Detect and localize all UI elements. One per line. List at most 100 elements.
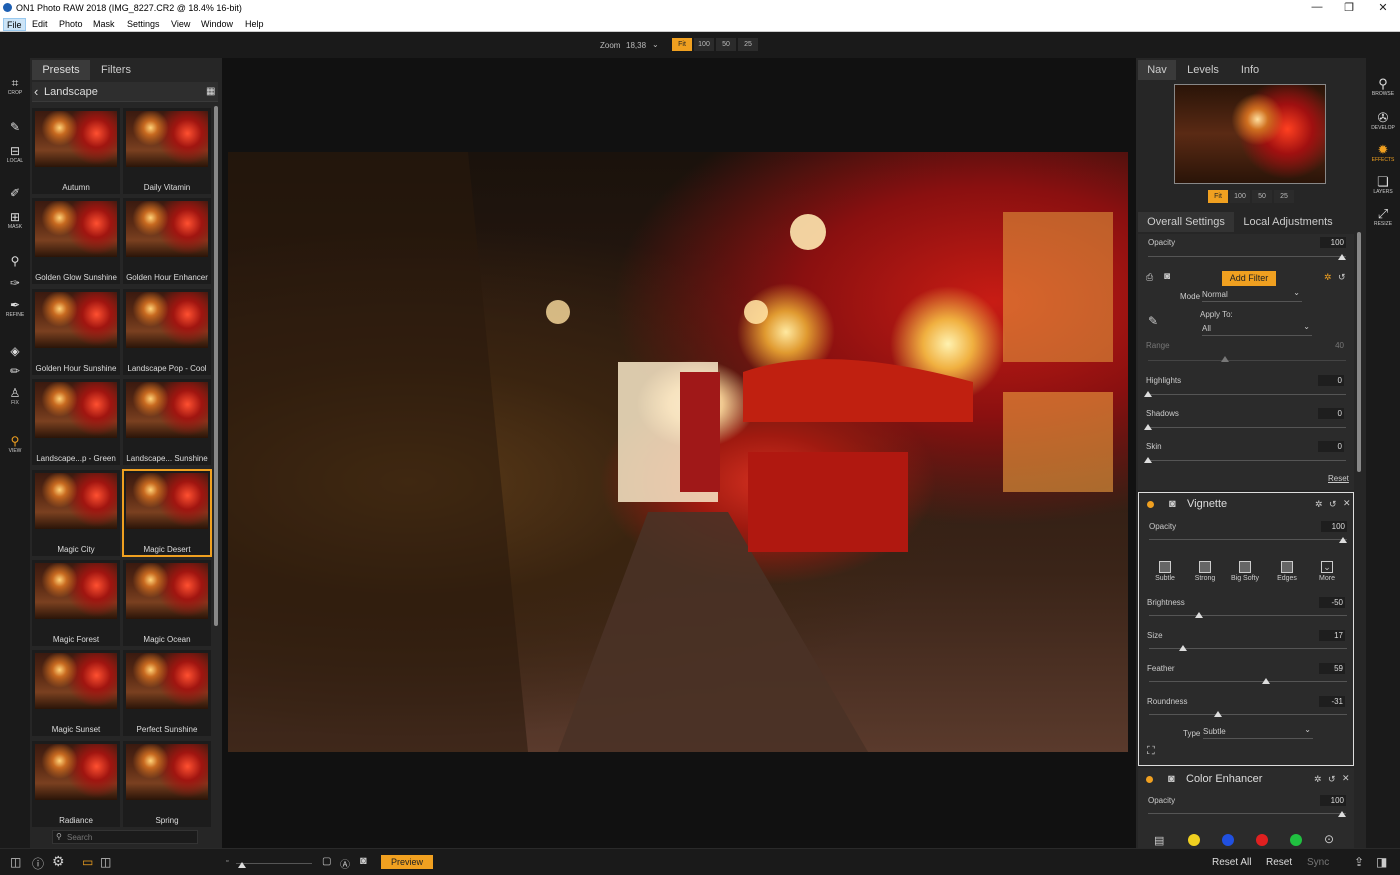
- skin-slider-track[interactable]: [1148, 460, 1346, 461]
- range-slider-track[interactable]: [1148, 360, 1346, 361]
- more-chevron-icon[interactable]: ⊙: [1324, 832, 1334, 846]
- nav-25-button[interactable]: 25: [1274, 190, 1294, 203]
- opacity-value[interactable]: 100: [1320, 237, 1346, 248]
- undo-icon[interactable]: ↺: [1329, 499, 1337, 510]
- zoom-fit-button[interactable]: Fit: [672, 38, 692, 51]
- preset-thumbnail[interactable]: Daily Vitamin: [123, 108, 211, 194]
- preset-thumbnail[interactable]: Magic Forest: [32, 560, 120, 646]
- sidebar-toggle-icon[interactable]: ◨: [1376, 855, 1387, 869]
- skin-slider-knob[interactable]: [1144, 457, 1152, 463]
- gear-icon[interactable]: ✲: [1314, 774, 1322, 785]
- feather-slider-knob[interactable]: [1261, 678, 1270, 684]
- preset-thumbnail[interactable]: Landscape... Sunshine: [123, 379, 211, 466]
- panel-toggle-icon[interactable]: ◫: [10, 855, 21, 869]
- roundness-slider-track[interactable]: [1149, 714, 1347, 715]
- opacity-slider-track[interactable]: [1148, 256, 1346, 257]
- grid-view-icon[interactable]: ▦: [206, 86, 215, 97]
- opacity-slider-track[interactable]: [1149, 539, 1347, 540]
- retouch-tool[interactable]: ◈: [0, 344, 30, 358]
- feather-value[interactable]: 59: [1319, 663, 1345, 674]
- size-value[interactable]: 17: [1319, 630, 1345, 641]
- feather-slider-track[interactable]: [1149, 681, 1347, 682]
- thumbnail-size-knob[interactable]: [238, 862, 246, 868]
- mask-brush-tool[interactable]: ✐: [0, 186, 30, 200]
- yellow-swatch[interactable]: [1188, 834, 1200, 846]
- preset-thumbnail[interactable]: Golden Glow Sunshine: [32, 198, 120, 285]
- preview-button[interactable]: Preview: [381, 855, 433, 869]
- overlay-view-icon[interactable]: ◙: [360, 855, 367, 867]
- type-select[interactable]: Subtle ⌄: [1203, 725, 1313, 739]
- opacity-value[interactable]: 100: [1321, 521, 1347, 532]
- preset-thumbnail[interactable]: Golden Hour Enhancer: [123, 198, 211, 285]
- back-chevron-icon[interactable]: ‹: [34, 84, 38, 99]
- local-tool[interactable]: ⊟ LOCAL: [0, 144, 30, 164]
- filter-layer-icon[interactable]: ⎙: [1146, 272, 1153, 283]
- filter-enabled-dot[interactable]: [1146, 776, 1153, 783]
- roundness-slider-knob[interactable]: [1214, 711, 1223, 717]
- preset-thumbnail[interactable]: Spring: [123, 740, 211, 827]
- filter-enabled-dot[interactable]: [1147, 501, 1154, 508]
- red-swatch[interactable]: [1256, 834, 1268, 846]
- add-filter-button[interactable]: Add Filter: [1222, 271, 1276, 286]
- highlights-slider-track[interactable]: [1148, 394, 1346, 395]
- shadows-value[interactable]: 0: [1318, 408, 1344, 419]
- help-icon[interactable]: ⓘ: [32, 855, 44, 872]
- blue-swatch[interactable]: [1222, 834, 1234, 846]
- navigator-thumbnail[interactable]: [1174, 84, 1326, 184]
- refine-tool[interactable]: ✒ REFINE: [0, 298, 30, 318]
- highlights-slider-knob[interactable]: [1144, 391, 1152, 397]
- vignette-preset-big-softy[interactable]: Big Softy: [1227, 561, 1263, 582]
- preset-thumbnail[interactable]: Perfect Sunshine: [123, 650, 211, 737]
- opacity-value[interactable]: 100: [1320, 795, 1346, 806]
- preset-thumbnail[interactable]: Magic City: [32, 469, 120, 556]
- mask-toggle-icon[interactable]: ◙: [1168, 773, 1175, 785]
- tab-presets[interactable]: Presets: [32, 60, 90, 80]
- nav-fit-button[interactable]: Fit: [1208, 190, 1228, 203]
- shadows-slider-knob[interactable]: [1144, 424, 1152, 430]
- menu-window[interactable]: Window: [198, 18, 236, 31]
- main-photo[interactable]: [228, 152, 1128, 752]
- close-icon[interactable]: ✕: [1368, 1, 1398, 14]
- color-picker-icon[interactable]: ▤: [1154, 834, 1164, 847]
- zoom-25-button[interactable]: 25: [738, 38, 758, 51]
- blur-tool[interactable]: ✑: [0, 276, 30, 290]
- close-icon[interactable]: ✕: [1342, 773, 1350, 784]
- preset-thumbnail[interactable]: Magic Desert: [122, 468, 212, 557]
- opacity-slider-knob[interactable]: [1339, 537, 1347, 543]
- zoom-50-button[interactable]: 50: [716, 38, 736, 51]
- preset-thumbnail[interactable]: Radiance: [32, 740, 120, 827]
- vignette-preset-subtle[interactable]: Subtle: [1147, 561, 1183, 582]
- zoom-100-button[interactable]: 100: [694, 38, 714, 51]
- preset-thumbnail[interactable]: Golden Hour Sunshine: [32, 288, 120, 375]
- tab-overall-settings[interactable]: Overall Settings: [1138, 212, 1234, 232]
- reset-all-button[interactable]: Reset All: [1212, 857, 1251, 868]
- highlights-value[interactable]: 0: [1318, 375, 1344, 386]
- compare-view-icon[interactable]: ◫: [100, 855, 111, 869]
- chevron-down-icon[interactable]: ⌄: [652, 40, 659, 49]
- opacity-slider-knob[interactable]: [1338, 254, 1346, 260]
- gear-icon[interactable]: ✲: [1324, 272, 1332, 283]
- tab-filters[interactable]: Filters: [92, 60, 140, 80]
- gear-icon[interactable]: ✲: [1315, 499, 1323, 510]
- alpha-view-icon[interactable]: Ⓐ: [340, 856, 350, 871]
- zoom-value[interactable]: 18,38: [626, 41, 646, 50]
- menu-help[interactable]: Help: [242, 18, 267, 31]
- brightness-value[interactable]: -50: [1319, 597, 1345, 608]
- preset-thumbnail[interactable]: Landscape...p - Green: [32, 379, 120, 466]
- tab-info[interactable]: Info: [1230, 60, 1270, 80]
- develop-module[interactable]: ✇ DEVELOP: [1366, 110, 1400, 131]
- preset-thumbnail[interactable]: Landscape Pop - Cool: [123, 288, 211, 375]
- clone-tool[interactable]: ✏: [0, 364, 30, 378]
- menu-mask[interactable]: Mask: [90, 18, 118, 31]
- zoom-small-icon[interactable]: ▫: [226, 858, 228, 865]
- gear-icon[interactable]: ⚙: [52, 853, 65, 870]
- shadows-slider-track[interactable]: [1148, 427, 1346, 428]
- undo-icon[interactable]: ↺: [1328, 774, 1336, 785]
- skin-value[interactable]: 0: [1318, 441, 1344, 452]
- chisel-tool[interactable]: ⚲: [0, 254, 30, 268]
- range-slider-knob[interactable]: [1221, 356, 1229, 362]
- size-slider-knob[interactable]: [1178, 645, 1187, 651]
- mask-toggle-icon[interactable]: ◙: [1164, 271, 1170, 282]
- brightness-slider-knob[interactable]: [1194, 612, 1203, 618]
- single-view-icon[interactable]: ▭: [82, 855, 93, 869]
